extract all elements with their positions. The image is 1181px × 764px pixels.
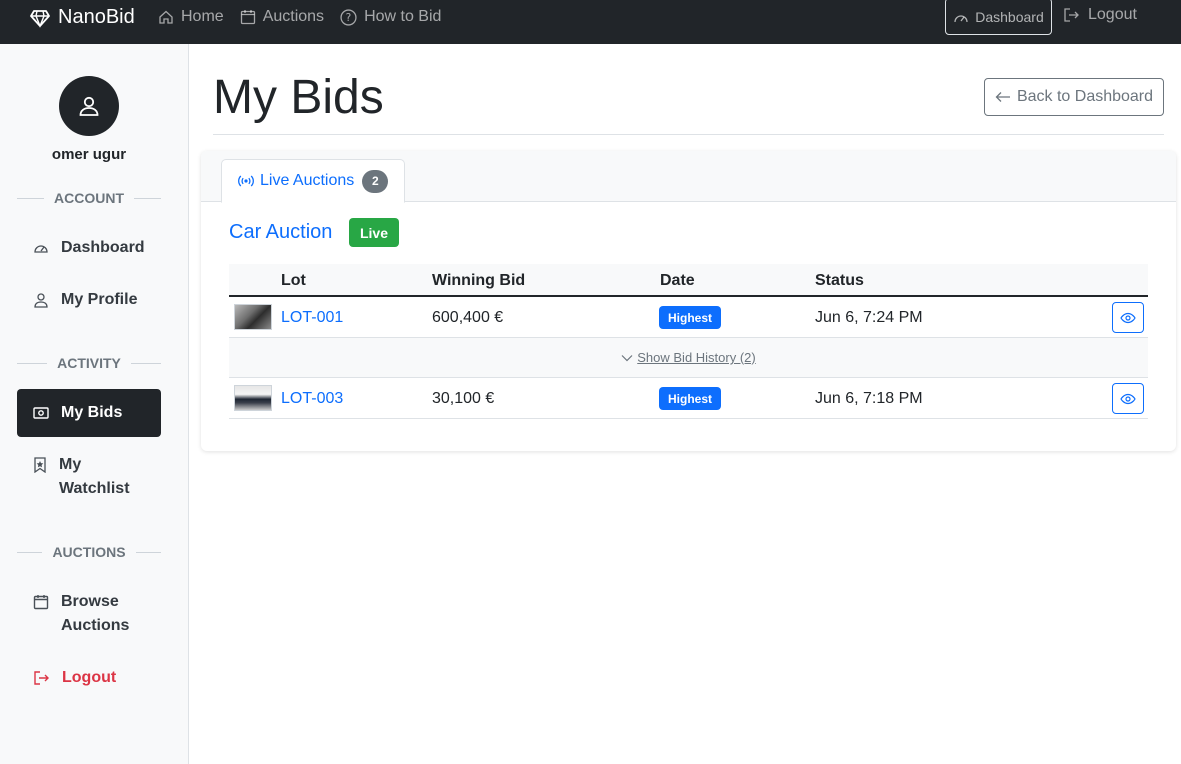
auction-title[interactable]: Car Auction xyxy=(229,221,332,244)
tab-count-badge: 2 xyxy=(362,169,389,193)
sidebar-item-label: My Profile xyxy=(61,291,138,308)
speedometer-icon xyxy=(954,14,968,22)
back-button-label: Back to Dashboard xyxy=(1016,88,1154,105)
top-navbar: NanoBid Home Auctions ? How to Bid Dashb… xyxy=(0,0,1181,44)
sidebar-item-profile[interactable]: My Profile xyxy=(17,288,161,312)
calendar-icon xyxy=(240,10,255,25)
section-activity: ACTIVITY xyxy=(17,355,161,371)
sidebar-item-dashboard[interactable]: Dashboard xyxy=(17,236,161,260)
person-icon xyxy=(79,96,99,116)
tab-live-auctions[interactable]: Live Auctions 2 xyxy=(221,159,405,203)
card-header: Live Auctions 2 xyxy=(201,151,1176,203)
question-circle-icon: ? xyxy=(340,8,357,26)
bookmark-star-icon xyxy=(34,457,46,473)
col-date: Date xyxy=(660,272,695,289)
sidebar-item-my-bids[interactable]: My Bids xyxy=(17,389,161,437)
home-icon xyxy=(159,10,173,24)
brand-name: NanoBid xyxy=(58,6,135,28)
lot-thumbnail[interactable] xyxy=(234,304,272,330)
speedometer-icon xyxy=(34,245,48,253)
table-row: LOT-003 30,100 € Highest Jun 6, 7:18 PM xyxy=(229,378,1148,419)
bids-card: Live Auctions 2 Car Auction Live Lot Win… xyxy=(201,151,1176,451)
username: omer ugur xyxy=(51,146,127,163)
history-link-label: Show Bid History (2) xyxy=(637,350,756,365)
chevron-down-icon xyxy=(621,354,633,361)
lot-thumbnail[interactable] xyxy=(234,385,272,411)
section-account: ACCOUNT xyxy=(17,190,161,206)
col-status: Status xyxy=(815,272,864,289)
col-winning-bid: Winning Bid xyxy=(432,272,526,289)
sidebar-item-label: Browse Auctions xyxy=(61,593,130,634)
show-bid-history-link[interactable]: Show Bid History (2) xyxy=(229,338,1148,378)
nav-dashboard-label: Dashboard xyxy=(975,8,1044,25)
arrow-left-icon xyxy=(995,92,1010,102)
view-lot-button[interactable] xyxy=(1112,383,1144,414)
status-badge: Highest xyxy=(659,306,721,329)
sidebar-item-browse[interactable]: Browse Auctions xyxy=(17,590,161,638)
bids-table: Lot Winning Bid Date Status LOT-001 600,… xyxy=(229,264,1148,419)
lot-link[interactable]: LOT-001 xyxy=(281,309,343,327)
cash-icon xyxy=(33,407,49,419)
title-divider xyxy=(213,134,1164,135)
nav-home[interactable]: Home xyxy=(158,8,224,26)
nav-logout[interactable]: Logout xyxy=(1063,6,1137,24)
logout-icon xyxy=(1064,8,1079,22)
section-auctions: AUCTIONS xyxy=(17,544,161,560)
table-row: LOT-001 600,400 € Highest Jun 6, 7:24 PM xyxy=(229,297,1148,338)
broadcast-icon xyxy=(238,175,254,187)
live-badge: Live xyxy=(349,218,399,247)
bid-date: Jun 6, 7:24 PM xyxy=(815,309,923,326)
view-lot-button[interactable] xyxy=(1112,302,1144,333)
nav-logout-label: Logout xyxy=(1088,6,1137,23)
eye-icon xyxy=(1120,312,1136,323)
brand[interactable]: NanoBid xyxy=(30,6,135,29)
eye-icon xyxy=(1120,393,1136,404)
sidebar-item-watchlist[interactable]: My Watchlist xyxy=(17,453,161,501)
calendar-icon xyxy=(33,595,49,610)
nav-auctions[interactable]: Auctions xyxy=(240,8,324,26)
status-badge: Highest xyxy=(659,387,721,410)
page-title: My Bids xyxy=(213,71,384,124)
sidebar-item-label: My Bids xyxy=(61,404,123,421)
nav-home-label: Home xyxy=(181,8,224,25)
lot-link[interactable]: LOT-003 xyxy=(281,390,343,408)
nav-how-to-bid[interactable]: ? How to Bid xyxy=(340,8,441,26)
sidebar-item-label: Dashboard xyxy=(61,239,145,256)
nav-auctions-label: Auctions xyxy=(262,8,325,25)
sidebar-item-label: Logout xyxy=(62,669,117,686)
tab-label: Live Auctions xyxy=(260,172,355,189)
table-header: Lot Winning Bid Date Status xyxy=(229,264,1148,297)
nav-dashboard-button[interactable]: Dashboard xyxy=(945,0,1052,35)
person-icon xyxy=(34,293,48,308)
sidebar-item-label: My Watchlist xyxy=(59,456,130,497)
col-lot: Lot xyxy=(281,272,306,289)
avatar xyxy=(59,76,119,136)
winning-bid: 30,100 € xyxy=(432,390,495,407)
sidebar-item-logout[interactable]: Logout xyxy=(17,666,161,690)
bid-date: Jun 6, 7:18 PM xyxy=(815,390,923,407)
gem-icon xyxy=(30,9,50,28)
logout-icon xyxy=(34,671,49,685)
nav-how-to-bid-label: How to Bid xyxy=(364,8,442,25)
sidebar: omer ugur ACCOUNT Dashboard My Profile A… xyxy=(0,44,189,764)
svg-text:?: ? xyxy=(346,11,352,24)
winning-bid: 600,400 € xyxy=(432,309,504,326)
back-to-dashboard-button[interactable]: Back to Dashboard xyxy=(984,78,1164,116)
